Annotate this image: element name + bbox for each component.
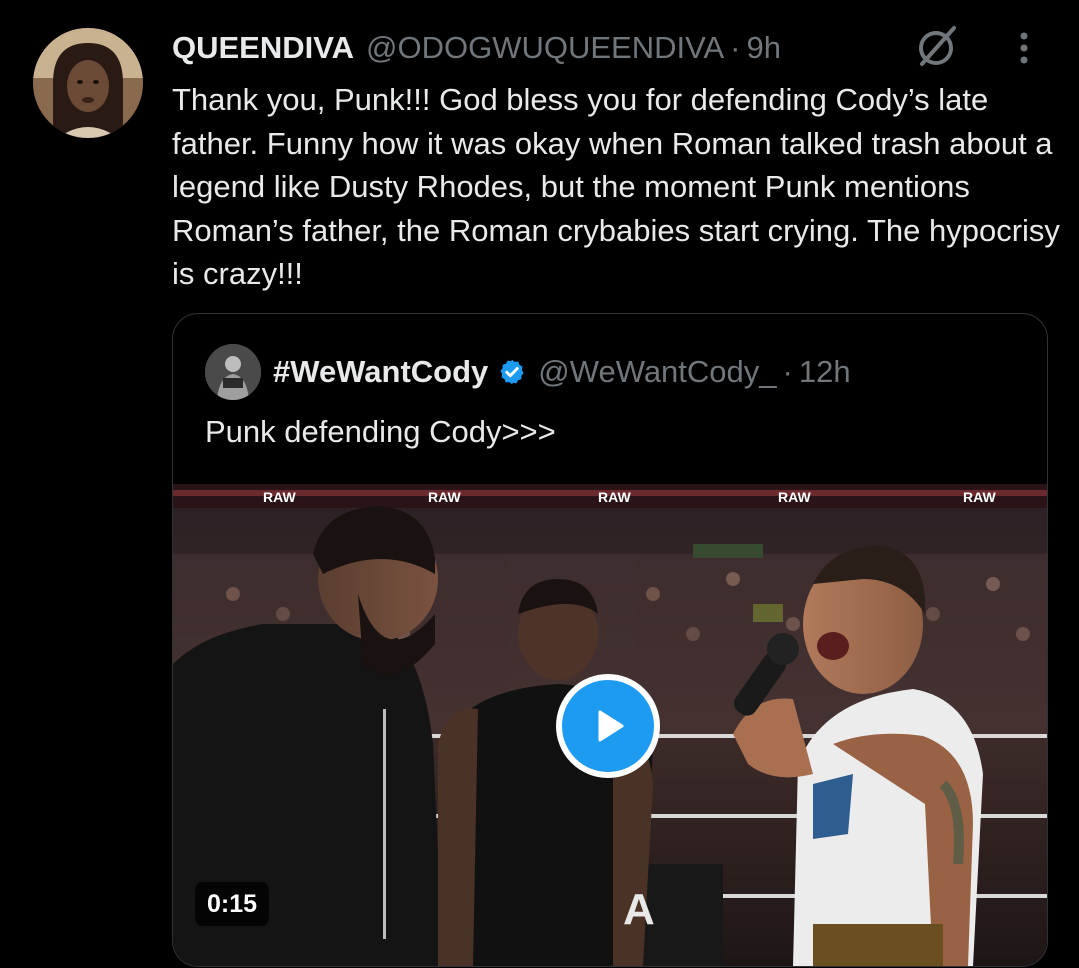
more-dots-icon[interactable] xyxy=(1004,28,1044,68)
tweet-text: Thank you, Punk!!! God bless you for def… xyxy=(172,82,1060,291)
quoted-separator-dot: · xyxy=(782,354,793,389)
raw-logo: RAW xyxy=(428,489,461,505)
quoted-author-avatar[interactable] xyxy=(205,344,261,400)
author-display-name[interactable]: QUEENDIVA xyxy=(172,30,354,66)
verified-badge-icon xyxy=(500,359,524,385)
grok-icon[interactable] xyxy=(912,22,960,70)
quoted-author-handle[interactable]: @WeWantCody_ xyxy=(538,354,776,390)
raw-logo: RAW xyxy=(263,489,296,505)
author-handle[interactable]: @ODOGWUQUEENDIVA xyxy=(366,30,724,66)
tweet-header: QUEENDIVA @ODOGWUQUEENDIVA · 9h xyxy=(172,26,781,70)
video-player[interactable]: RAW RAW RAW RAW RAW A 0:15 xyxy=(173,484,1047,966)
quoted-tweet[interactable]: #WeWantCody @WeWantCody_ · 12h Punk defe… xyxy=(172,313,1048,967)
ring-apron-logo: A xyxy=(623,885,655,934)
raw-logo: RAW xyxy=(778,489,811,505)
quoted-timestamp[interactable]: 12h xyxy=(799,354,851,390)
quoted-author-display-name[interactable]: #WeWantCody xyxy=(273,354,488,390)
tweet-timestamp[interactable]: 9h xyxy=(746,30,780,66)
author-avatar[interactable] xyxy=(33,28,143,138)
raw-logo: RAW xyxy=(598,489,631,505)
quoted-tweet-text: Punk defending Cody>>> xyxy=(205,414,556,449)
raw-logo: RAW xyxy=(963,489,996,505)
quoted-tweet-header: #WeWantCody @WeWantCody_ · 12h xyxy=(273,350,851,394)
separator-dot: · xyxy=(730,30,741,65)
video-duration: 0:15 xyxy=(195,882,270,926)
play-icon[interactable] xyxy=(556,674,660,778)
tweet[interactable]: QUEENDIVA @ODOGWUQUEENDIVA · 9h Thank yo… xyxy=(0,0,1079,968)
